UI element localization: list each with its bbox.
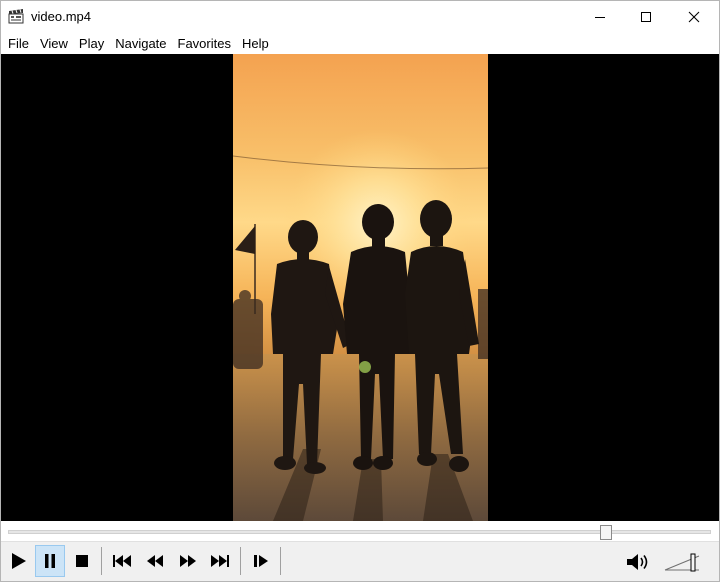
speaker-icon [627,554,648,570]
video-display[interactable] [1,54,719,521]
menu-play[interactable]: Play [74,34,109,53]
video-frame [233,54,488,521]
minimize-icon [595,16,605,18]
rewind-button[interactable] [140,545,170,577]
menu-view[interactable]: View [35,34,73,53]
skip-forward-icon [211,555,229,567]
mute-button[interactable] [623,548,653,576]
menu-file[interactable]: File [3,34,34,53]
minimize-button[interactable] [577,1,623,32]
volume-slider[interactable] [663,546,703,576]
volume-thumb[interactable] [690,553,696,572]
close-button[interactable] [671,1,717,32]
menu-bar: File View Play Navigate Favorites Help [1,32,719,54]
film-clapper-icon[interactable] [8,8,24,24]
skip-back-icon [113,555,131,567]
title-bar[interactable]: video.mp4 [1,1,719,32]
maximize-button[interactable] [623,1,669,32]
video-frame-picture [233,129,488,521]
seek-thumb[interactable] [600,525,612,540]
frame-step-button[interactable] [246,545,276,577]
separator [240,547,241,575]
playback-controls [1,541,719,581]
seek-bar-area [1,521,719,541]
stop-button[interactable] [67,545,97,577]
next-button[interactable] [205,545,235,577]
media-player-window: video.mp4 File View Play Navigate Favori… [0,0,720,582]
previous-button[interactable] [107,545,137,577]
separator [280,547,281,575]
separator [101,547,102,575]
fast-forward-button[interactable] [173,545,203,577]
fast-forward-icon [180,555,196,567]
frame-step-icon [254,555,268,567]
pause-icon [45,554,55,568]
rewind-icon [147,555,163,567]
play-button[interactable] [3,545,33,577]
play-icon [12,553,26,569]
window-title: video.mp4 [31,9,91,24]
menu-favorites[interactable]: Favorites [173,34,236,53]
menu-navigate[interactable]: Navigate [110,34,171,53]
close-icon [688,11,700,22]
menu-help[interactable]: Help [237,34,274,53]
pause-button[interactable] [35,545,65,577]
stop-icon [76,555,88,567]
maximize-icon [641,11,651,22]
